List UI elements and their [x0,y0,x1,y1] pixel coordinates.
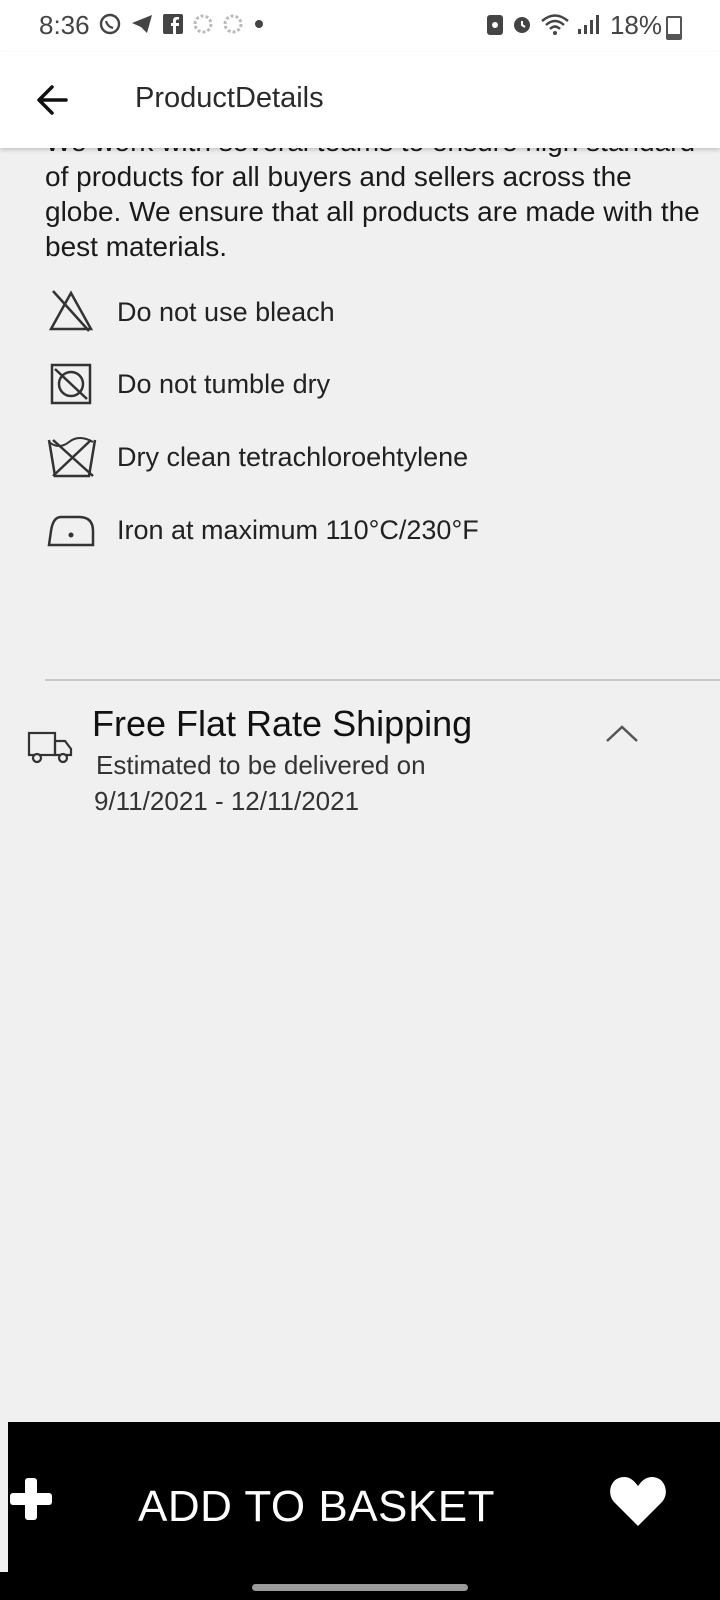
status-time: 8:36 [39,10,90,40]
product-description: We work with several teams to ensure hig… [45,148,700,262]
battery-percentage: 18% [609,10,662,40]
facebook-icon [163,14,183,34]
app-bar: ProductDetails [0,52,720,148]
care-item-no-bleach: Do not use bleach [45,284,685,340]
no-tumble-dry-icon [50,363,92,405]
care-item-dry-clean: Dry clean tetrachloroehtylene [45,429,685,485]
battery-icon [666,16,682,40]
dry-clean-icon [47,437,97,478]
alarm-icon [514,17,530,33]
heart-icon[interactable] [608,1474,668,1528]
settings-icon [193,14,213,34]
plus-icon[interactable] [8,1476,54,1522]
iron-icon [47,515,95,547]
care-item-label: Iron at maximum 110°C/230°F [117,514,479,545]
add-to-basket-button[interactable]: ADD TO BASKET [138,1482,495,1532]
care-item-iron: Iron at maximum 110°C/230°F [45,502,685,558]
notification-icons [98,12,266,36]
page-title: ProductDetails [135,82,324,114]
care-item-label: Do not use bleach [117,296,335,327]
care-item-label: Do not tumble dry [117,368,331,399]
truck-icon [27,731,73,764]
home-indicator[interactable] [252,1584,468,1591]
dot-icon [255,20,263,28]
status-bar: 8:36 18% [0,0,720,52]
care-item-no-tumble-dry: Do not tumble dry [45,356,685,412]
section-divider [45,679,720,681]
wifi-icon [541,14,569,35]
back-button[interactable] [30,72,80,128]
chevron-up-icon[interactable] [604,723,640,745]
no-bleach-icon [48,290,94,332]
arrow-left-icon [37,85,68,115]
lock-icon [487,15,503,35]
telegram-icon [132,15,152,33]
shipping-section[interactable]: Free Flat Rate Shipping Estimated to be … [0,703,720,843]
shipping-date-range: 9/11/2021 - 12/11/2021 [94,786,360,816]
shipping-subtitle: Estimated to be delivered on [96,750,426,780]
care-item-label: Dry clean tetrachloroehtylene [117,441,469,472]
bottom-action-bar: ADD TO BASKET [8,1422,720,1572]
settings-icon [223,14,243,34]
system-icons [486,12,602,36]
signal-icon [578,15,599,34]
whatsapp-icon [99,13,121,35]
shipping-title: Free Flat Rate Shipping [92,703,473,744]
product-details-content[interactable]: We work with several teams to ensure hig… [0,148,720,1422]
